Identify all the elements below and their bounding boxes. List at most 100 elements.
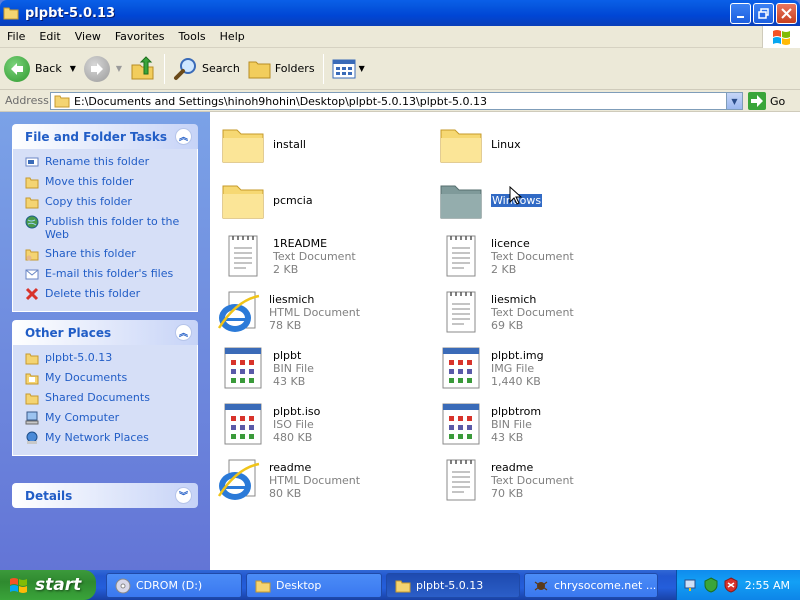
task-email-files[interactable]: E-mail this folder's files: [25, 267, 189, 281]
file-item-liesmich-text[interactable]: liesmich Text Document 69 KB: [437, 288, 574, 336]
other-places-panel: Other Places ︽ plpbt-5.0.13 My Documents…: [12, 320, 198, 456]
menu-edit[interactable]: Edit: [32, 30, 67, 43]
security-shield-tray-icon[interactable]: [723, 577, 739, 593]
folder-item-install[interactable]: install: [219, 120, 306, 168]
title-bar[interactable]: plpbt-5.0.13: [0, 0, 800, 26]
folder-icon: [3, 7, 19, 20]
text-document-icon: [446, 235, 476, 277]
collapse-chevron-icon[interactable]: ︽: [175, 324, 192, 341]
address-label: Address: [5, 94, 49, 107]
binary-file-icon: [224, 403, 262, 445]
back-button[interactable]: Back ▼: [0, 51, 80, 87]
menu-favorites[interactable]: Favorites: [108, 30, 172, 43]
file-item-readme-html[interactable]: readme HTML Document 80 KB: [215, 456, 360, 504]
task-delete-folder[interactable]: Delete this folder: [25, 287, 189, 301]
details-header[interactable]: Details ︾: [12, 483, 198, 508]
menu-bar: File Edit View Favorites Tools Help: [0, 26, 800, 48]
file-item-plpbt[interactable]: plpbt BIN File 43 KB: [219, 344, 314, 392]
up-folder-button[interactable]: [126, 51, 160, 87]
taskbar-button-chrysocome[interactable]: chrysocome.net ...: [524, 573, 658, 598]
text-document-icon: [228, 235, 258, 277]
share-hand-icon: [25, 247, 39, 261]
file-item-plpbtrom[interactable]: plpbtrom BIN File 43 KB: [437, 400, 541, 448]
panel-title: File and Folder Tasks: [25, 129, 168, 144]
menu-help[interactable]: Help: [213, 30, 252, 43]
place-my-network-places[interactable]: My Network Places: [25, 431, 189, 445]
minimize-button[interactable]: [730, 3, 751, 24]
copy-folder-icon: [25, 195, 39, 209]
other-places-header[interactable]: Other Places ︽: [12, 320, 198, 345]
start-label: start: [35, 575, 82, 595]
views-button[interactable]: ▼: [328, 51, 369, 87]
folder-item-windows-selected[interactable]: Windows: [437, 176, 543, 224]
system-clock: 2:55 AM: [744, 578, 790, 592]
browser-spider-icon: [534, 581, 548, 590]
file-item-plpbt-img[interactable]: plpbt.img IMG File 1,440 KB: [437, 344, 544, 392]
back-arrow-icon: [4, 55, 30, 82]
file-item-1readme[interactable]: 1README Text Document 2 KB: [219, 232, 356, 280]
taskbar-button-plpbt[interactable]: plpbt-5.0.13: [386, 573, 520, 598]
network-tray-icon[interactable]: [683, 577, 699, 593]
my-documents-icon: [25, 371, 39, 385]
place-my-computer[interactable]: My Computer: [25, 411, 189, 425]
up-folder-icon: [131, 55, 154, 79]
task-pane: File and Folder Tasks ︽ Rename this fold…: [0, 112, 210, 570]
binary-file-icon: [442, 403, 480, 445]
update-shield-tray-icon[interactable]: [703, 577, 719, 593]
address-input[interactable]: E:\Documents and Settings\hinoh9hohin\De…: [50, 92, 743, 110]
views-grid-icon: [332, 59, 356, 78]
search-icon: [174, 57, 197, 80]
place-plpbt-folder[interactable]: plpbt-5.0.13: [25, 351, 189, 365]
text-document-icon: [446, 459, 476, 501]
place-my-documents[interactable]: My Documents: [25, 371, 189, 385]
menu-view[interactable]: View: [68, 30, 108, 43]
address-dropdown-button[interactable]: ▼: [726, 93, 742, 109]
task-publish-web[interactable]: Publish this folder to the Web: [25, 215, 189, 241]
chevron-down-icon[interactable]: ▼: [116, 64, 122, 73]
task-share-folder[interactable]: Share this folder: [25, 247, 189, 261]
file-folder-tasks-header[interactable]: File and Folder Tasks ︽: [12, 124, 198, 149]
panel-title: Other Places: [25, 325, 112, 340]
task-copy-folder[interactable]: Copy this folder: [25, 195, 189, 209]
forward-button[interactable]: ▼: [80, 51, 126, 87]
file-item-readme-text[interactable]: readme Text Document 70 KB: [437, 456, 574, 504]
taskbar-button-cdrom[interactable]: CDROM (D:): [106, 573, 242, 598]
restore-button[interactable]: [753, 3, 774, 24]
taskbar-button-desktop[interactable]: Desktop: [246, 573, 382, 598]
menu-file[interactable]: File: [0, 30, 32, 43]
system-tray: 2:55 AM: [676, 570, 800, 600]
close-button[interactable]: [776, 3, 797, 24]
file-item-plpbt-iso[interactable]: plpbt.iso ISO File 480 KB: [219, 400, 320, 448]
task-move-folder[interactable]: Move this folder: [25, 175, 189, 189]
back-label: Back: [35, 62, 62, 75]
expand-chevron-icon[interactable]: ︾: [175, 487, 192, 504]
window-title: plpbt-5.0.13: [25, 5, 116, 21]
globe-icon: [25, 215, 39, 229]
place-shared-documents[interactable]: Shared Documents: [25, 391, 189, 405]
search-button[interactable]: Search: [169, 51, 244, 87]
email-envelope-icon: [25, 267, 39, 281]
start-button[interactable]: start: [0, 570, 96, 600]
file-list-view[interactable]: install Linux pcmcia Windows 1READMEText…: [210, 112, 800, 570]
windows-logo-icon: [762, 26, 800, 48]
restore-icon: [758, 8, 769, 19]
taskbar: start CDROM (D:) Desktop plpbt-5.0.13 ch…: [0, 570, 800, 600]
file-item-liesmich-html[interactable]: liesmich HTML Document 78 KB: [215, 288, 360, 336]
folders-button[interactable]: Folders: [244, 51, 319, 87]
mouse-cursor-icon: [509, 186, 523, 205]
windows-logo-icon: [10, 578, 27, 593]
file-item-licence[interactable]: licence Text Document 2 KB: [437, 232, 574, 280]
folder-item-pcmcia[interactable]: pcmcia: [219, 176, 313, 224]
go-button[interactable]: Go: [748, 92, 785, 110]
task-rename-folder[interactable]: Rename this folder: [25, 155, 189, 169]
text-document-icon: [446, 291, 476, 333]
folder-item-linux[interactable]: Linux: [437, 120, 521, 168]
collapse-chevron-icon[interactable]: ︽: [175, 128, 192, 145]
address-bar: Address E:\Documents and Settings\hinoh9…: [0, 90, 800, 112]
menu-tools[interactable]: Tools: [172, 30, 213, 43]
search-label: Search: [202, 62, 240, 75]
folder-icon: [440, 129, 482, 163]
toolbar-separator: [164, 53, 166, 84]
cd-drive-icon: [115, 578, 131, 593]
chevron-down-icon[interactable]: ▼: [70, 64, 76, 73]
